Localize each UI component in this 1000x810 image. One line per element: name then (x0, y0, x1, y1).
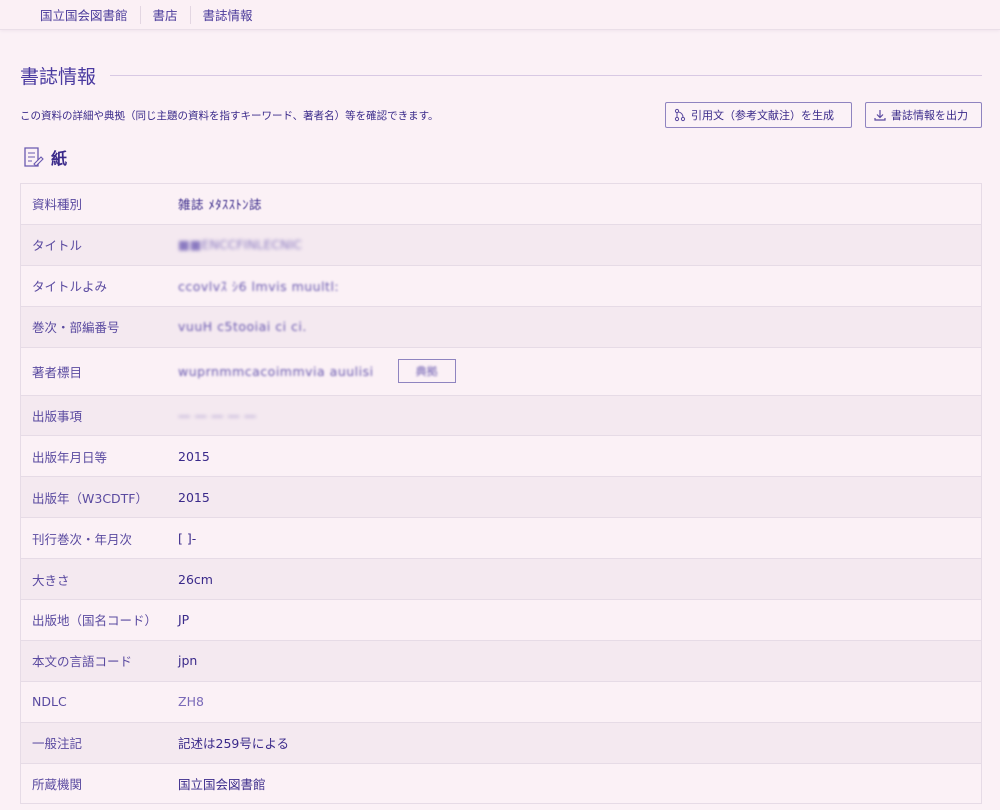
row-value: wuprnmmcacoimmvia auulisi 典拠 (178, 359, 981, 384)
row-label: 資料種別 (32, 197, 83, 213)
table-row: 著者標目 wuprnmmcacoimmvia auulisi 典拠 (21, 347, 981, 396)
table-row: タイトル ■■ENCCFINLECNIC (21, 224, 981, 266)
generate-citation-label: 引用文（参考文献注）を生成 (691, 109, 834, 122)
table-row: 大きさ 26cm (21, 559, 981, 601)
row-value: — — — — — (178, 408, 257, 423)
row-label: 刊行巻次・年月次 (32, 531, 133, 547)
table-row: 一般注記 記述は259号による (21, 722, 981, 764)
citation-icon (674, 108, 686, 122)
generate-citation-button[interactable]: 引用文（参考文献注）を生成 (665, 102, 852, 128)
row-label: タイトル (32, 238, 83, 254)
row-value: ■■ENCCFINLECNIC (178, 237, 302, 253)
table-row: 出版事項 — — — — — (21, 395, 981, 437)
row-label: 巻次・部編番号 (32, 320, 120, 336)
row-label: 大きさ (32, 572, 70, 588)
row-label: 出版地（国名コード） (32, 613, 158, 629)
row-value: [ ]- (178, 530, 197, 546)
heading-rule (110, 74, 982, 76)
table-row: 刊行巻次・年月次 [ ]- (21, 518, 981, 560)
table-row: 巻次・部編番号 vuuH c5tooiai ci ci. (21, 306, 981, 348)
row-value: 2015 (178, 448, 210, 464)
row-value: 雑誌 ﾒﾀｽｽﾄﾝ誌 (178, 197, 262, 213)
row-value: ccovlvｽ ｼ6 lmvis muultl: (178, 279, 340, 295)
format-label: 紙 (51, 149, 68, 168)
paper-document-icon (24, 147, 44, 167)
table-row: 所蔵機関 国立国会図書館 (21, 763, 981, 805)
row-label: 出版年（W3CDTF） (32, 490, 148, 506)
format-section: 紙 (22, 144, 67, 170)
row-value: 2015 (178, 489, 210, 505)
row-label: 所蔵機関 (32, 777, 83, 793)
row-value: vuuH c5tooiai ci ci. (178, 319, 307, 335)
row-value: 記述は259号による (178, 736, 289, 752)
row-label: 本文の言語コード (32, 654, 133, 670)
row-value: 26cm (178, 571, 213, 587)
row-value: ZH8 (178, 694, 204, 710)
bibliographic-table: 資料種別 雑誌 ﾒﾀｽｽﾄﾝ誌 タイトル ■■ENCCFINLECNIC タイト… (20, 183, 982, 805)
row-label: 著者標目 (32, 364, 83, 380)
export-bibliographic-button[interactable]: 書誌情報を出力 (865, 102, 982, 128)
row-label: タイトルよみ (32, 279, 108, 295)
breadcrumb-bibliographic-info[interactable]: 書誌情報 (191, 6, 265, 24)
row-value: jpn (178, 653, 198, 669)
download-icon (874, 110, 886, 121)
table-row: NDLC ZH8 (21, 681, 981, 723)
table-row: タイトルよみ ccovlvｽ ｼ6 lmvis muultl: (21, 265, 981, 307)
row-label: 一般注記 (32, 736, 83, 752)
table-row: 出版年月日等 2015 (21, 436, 981, 478)
export-bibliographic-label: 書誌情報を出力 (891, 109, 968, 122)
authority-button[interactable]: 典拠 (397, 359, 456, 384)
table-row: 本文の言語コード jpn (21, 640, 981, 682)
row-label: 出版事項 (32, 409, 83, 424)
breadcrumb-bookstore[interactable]: 書店 (141, 6, 190, 24)
page-description: この資料の詳細や典拠（同じ主題の資料を指すキーワード、著者名）等を確認できます。 (20, 110, 439, 122)
breadcrumb-ndl[interactable]: 国立国会図書館 (28, 6, 140, 24)
row-value: 国立国会図書館 (178, 777, 266, 793)
table-row: 出版地（国名コード） JP (21, 600, 981, 641)
row-label: 出版年月日等 (32, 449, 108, 465)
top-breadcrumb-nav: 国立国会図書館 書店 書誌情報 (0, 0, 1000, 30)
table-row: 資料種別 雑誌 ﾒﾀｽｽﾄﾝ誌 (21, 184, 981, 225)
row-value: JP (178, 612, 190, 628)
page-heading-row: 書誌情報 (20, 62, 982, 88)
row-label: NDLC (32, 694, 67, 710)
table-row: 出版年（W3CDTF） 2015 (21, 477, 981, 519)
page-title: 書誌情報 (20, 65, 97, 88)
